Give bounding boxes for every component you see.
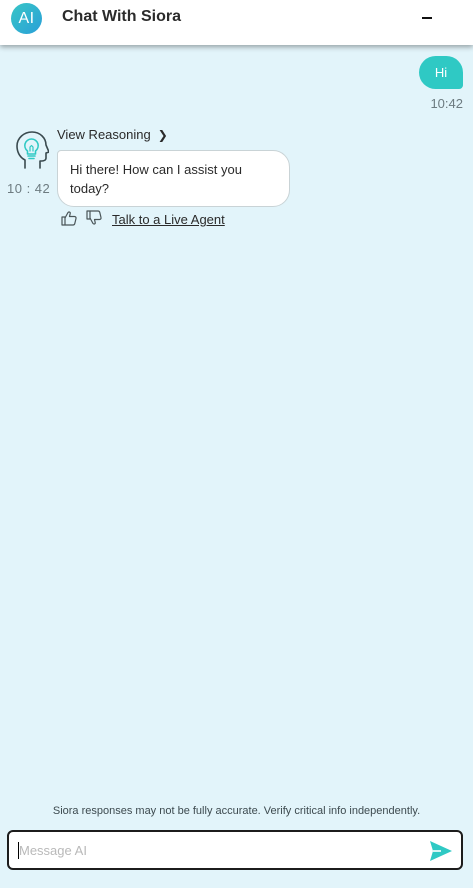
ai-logo: AI bbox=[11, 3, 42, 34]
chevron-right-icon: ❯ bbox=[157, 128, 168, 142]
accuracy-disclaimer: Siora responses may not be fully accurat… bbox=[52, 805, 421, 817]
message-input-box bbox=[7, 830, 463, 870]
minimize-button[interactable] bbox=[418, 8, 438, 28]
thumbs-down-icon[interactable] bbox=[86, 210, 102, 226]
minimize-icon bbox=[422, 17, 432, 19]
talk-to-live-agent-link[interactable]: Talk to a Live Agent bbox=[112, 212, 225, 227]
view-reasoning-label: View Reasoning bbox=[57, 127, 151, 142]
chat-header: AI Chat With Siora bbox=[0, 0, 473, 45]
user-message-time: 10:42 bbox=[430, 96, 463, 111]
send-button[interactable] bbox=[429, 839, 453, 863]
thumbs-up-icon[interactable] bbox=[61, 210, 77, 226]
user-message-bubble: Hi bbox=[419, 56, 463, 89]
header-title: Chat With Siora bbox=[62, 8, 181, 25]
view-reasoning-link[interactable]: View Reasoning ❯ bbox=[57, 127, 168, 142]
bot-message-bubble: Hi there! How can I assist you today? bbox=[57, 150, 290, 207]
send-icon bbox=[430, 841, 452, 861]
head-lightbulb-icon bbox=[15, 130, 50, 170]
message-input[interactable] bbox=[19, 832, 419, 868]
bot-message-time: 10 : 42 bbox=[7, 181, 51, 196]
